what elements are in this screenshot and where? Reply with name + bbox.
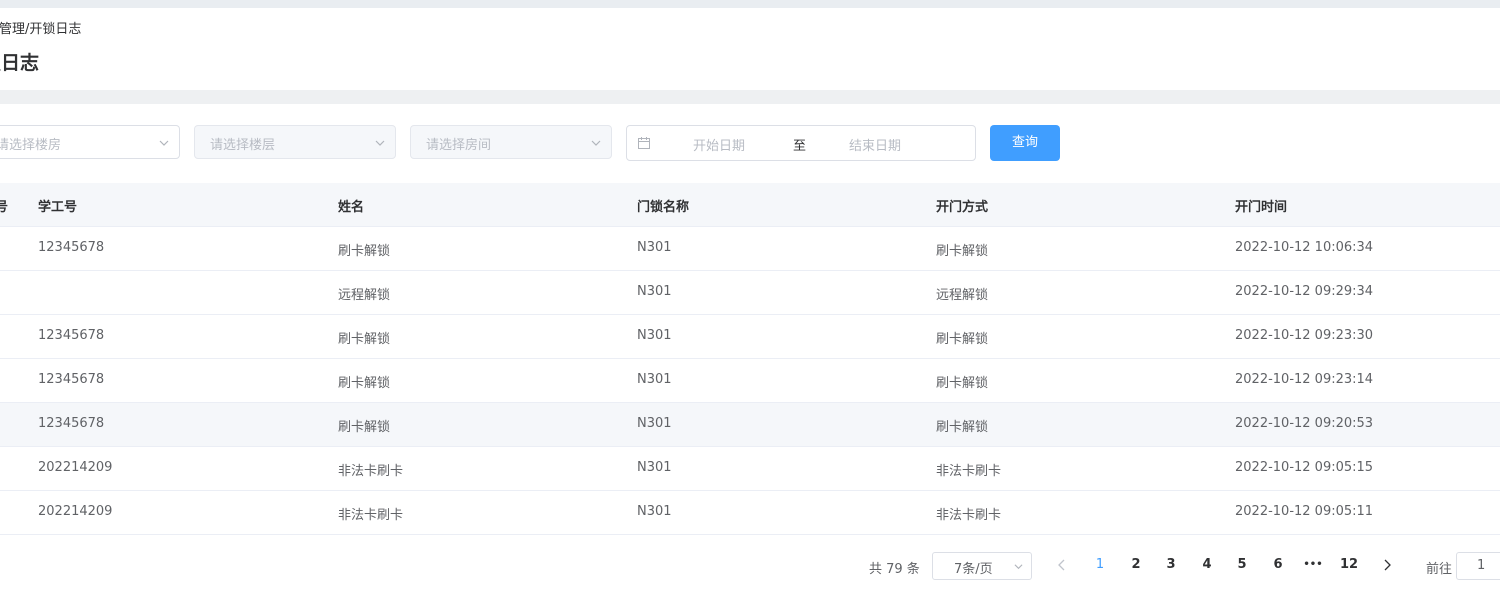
- table-header: 序号 学工号 姓名 门锁名称 开门方式 开门时间: [0, 183, 1500, 227]
- cell-name: 刷卡解锁: [338, 376, 391, 391]
- floor-select-placeholder: 请选择楼层: [210, 138, 276, 153]
- page-5[interactable]: 5: [1230, 557, 1254, 572]
- cell-open-method: 非法卡刷卡: [936, 508, 1002, 523]
- col-header-index: 序号: [0, 200, 9, 215]
- building-select-placeholder: 请选择楼房: [0, 138, 62, 153]
- cell-lock-name: N301: [637, 328, 672, 343]
- date-range-picker[interactable]: 开始日期 至 结束日期: [626, 125, 976, 161]
- cell-open-time: 2022-10-12 09:29:34: [1235, 284, 1374, 299]
- col-header-lock-name: 门锁名称: [637, 200, 690, 215]
- page-4[interactable]: 4: [1195, 557, 1219, 572]
- col-header-staff-id: 学工号: [38, 200, 78, 215]
- cell-lock-name: N301: [637, 416, 672, 431]
- range-separator: 至: [793, 139, 807, 154]
- chevron-down-icon: [591, 140, 601, 146]
- page-3[interactable]: 3: [1159, 557, 1183, 572]
- chevron-down-icon: [1014, 564, 1023, 570]
- page-12[interactable]: 12: [1337, 557, 1361, 572]
- top-bar: [0, 0, 1500, 8]
- table-row[interactable]: 12345678 刷卡解锁 N301 刷卡解锁 2022-10-12 09:23…: [0, 315, 1500, 359]
- cell-name: 非法卡刷卡: [338, 508, 404, 523]
- breadcrumb[interactable]: 舍管理/开锁日志: [0, 18, 81, 37]
- more-pages-icon[interactable]: •••: [1301, 559, 1325, 570]
- start-date-input[interactable]: 开始日期: [693, 135, 745, 154]
- cell-open-method: 刷卡解锁: [936, 376, 989, 391]
- cell-lock-name: N301: [637, 372, 672, 387]
- col-header-name: 姓名: [338, 200, 365, 215]
- cell-staff-id: 12345678: [38, 416, 105, 431]
- cell-name: 远程解锁: [338, 288, 391, 303]
- end-date-input[interactable]: 结束日期: [849, 135, 901, 154]
- floor-select[interactable]: 请选择楼层: [194, 125, 396, 159]
- cell-open-method: 远程解锁: [936, 288, 989, 303]
- cell-lock-name: N301: [637, 460, 672, 475]
- table-row[interactable]: 202214209 非法卡刷卡 N301 非法卡刷卡 2022-10-12 09…: [0, 447, 1500, 491]
- cell-name: 刷卡解锁: [338, 332, 391, 347]
- pagination: 共 79 条 7条/页 1 2 3 4 5 6 ••• 12 前往 1: [0, 551, 1500, 585]
- cell-open-method: 刷卡解锁: [936, 244, 989, 259]
- next-page-icon[interactable]: [1382, 559, 1392, 571]
- cell-name: 刷卡解锁: [338, 244, 391, 259]
- cell-staff-id: 12345678: [38, 328, 105, 343]
- goto-page-value: 1: [1477, 558, 1486, 573]
- cell-open-method: 非法卡刷卡: [936, 464, 1002, 479]
- col-header-open-method: 开门方式: [936, 200, 989, 215]
- building-select[interactable]: 请选择楼房: [0, 125, 180, 159]
- cell-open-time: 2022-10-12 09:23:14: [1235, 372, 1374, 387]
- room-select-placeholder: 请选择房间: [426, 138, 492, 153]
- goto-label: 前往: [1426, 562, 1453, 577]
- cell-open-method: 刷卡解锁: [936, 420, 989, 435]
- page-title: 锁日志: [0, 52, 40, 74]
- table-row[interactable]: 12345678 刷卡解锁 N301 刷卡解锁 2022-10-12 09:23…: [0, 359, 1500, 403]
- page-1[interactable]: 1: [1088, 557, 1112, 572]
- col-header-open-time: 开门时间: [1235, 200, 1288, 215]
- table-row[interactable]: 12345678 刷卡解锁 N301 刷卡解锁 2022-10-12 09:20…: [0, 403, 1500, 447]
- goto-page-input[interactable]: 1: [1456, 552, 1500, 580]
- cell-staff-id: 202214209: [38, 460, 113, 475]
- cell-staff-id: 12345678: [38, 372, 105, 387]
- prev-page-icon[interactable]: [1057, 559, 1067, 571]
- page-size-select[interactable]: 7条/页: [932, 552, 1032, 580]
- cell-name: 刷卡解锁: [338, 420, 391, 435]
- cell-staff-id: 12345678: [38, 240, 105, 255]
- page-2[interactable]: 2: [1124, 557, 1148, 572]
- page-6[interactable]: 6: [1266, 557, 1290, 572]
- cell-open-method: 刷卡解锁: [936, 332, 989, 347]
- page-header: 舍管理/开锁日志 锁日志: [0, 8, 1500, 90]
- cell-open-time: 2022-10-12 09:20:53: [1235, 416, 1374, 431]
- log-panel: 请选择楼房 请选择楼层 请选择房间 开始日期 至 结束日期 查询 序号 学工号 …: [0, 104, 1500, 592]
- cell-open-time: 2022-10-12 09:23:30: [1235, 328, 1374, 343]
- cell-lock-name: N301: [637, 504, 672, 519]
- section-divider: [0, 90, 1500, 104]
- cell-staff-id: 202214209: [38, 504, 113, 519]
- calendar-icon: [638, 137, 650, 149]
- cell-open-time: 2022-10-12 10:06:34: [1235, 240, 1374, 255]
- table-row[interactable]: 远程解锁 N301 远程解锁 2022-10-12 09:29:34: [0, 271, 1500, 315]
- cell-lock-name: N301: [637, 240, 672, 255]
- cell-open-time: 2022-10-12 09:05:11: [1235, 504, 1374, 519]
- page-size-value: 7条/页: [954, 562, 993, 577]
- cell-name: 非法卡刷卡: [338, 464, 404, 479]
- query-button[interactable]: 查询: [990, 125, 1060, 161]
- cell-open-time: 2022-10-12 09:05:15: [1235, 460, 1374, 475]
- table-row[interactable]: 202214209 非法卡刷卡 N301 非法卡刷卡 2022-10-12 09…: [0, 491, 1500, 535]
- pagination-total: 共 79 条: [869, 562, 920, 577]
- chevron-down-icon: [375, 140, 385, 146]
- room-select[interactable]: 请选择房间: [410, 125, 612, 159]
- table-row[interactable]: 12345678 刷卡解锁 N301 刷卡解锁 2022-10-12 10:06…: [0, 227, 1500, 271]
- cell-lock-name: N301: [637, 284, 672, 299]
- chevron-down-icon: [159, 140, 169, 146]
